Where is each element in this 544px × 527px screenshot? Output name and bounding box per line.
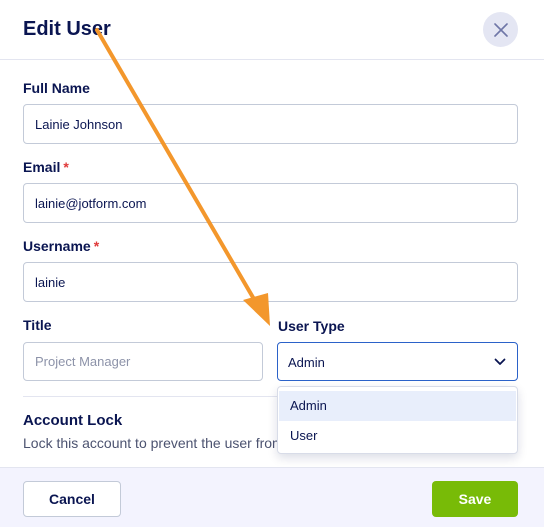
user-type-dropdown-menu: Admin User xyxy=(277,386,518,454)
full-name-input[interactable] xyxy=(23,104,518,144)
email-input[interactable] xyxy=(23,183,518,223)
user-type-label: User Type xyxy=(278,318,345,334)
dialog-footer: Cancel Save xyxy=(0,467,544,527)
title-label-text: Title xyxy=(23,317,52,333)
user-type-label-text: User Type xyxy=(278,318,345,334)
edit-user-dialog: Edit User Full Name Email* Username* Tit… xyxy=(0,0,544,527)
username-label-text: Username xyxy=(23,238,91,254)
account-lock-description: Lock this account to prevent the user fr… xyxy=(23,435,283,451)
close-icon xyxy=(493,22,508,37)
email-label-text: Email xyxy=(23,159,61,175)
title-label: Title xyxy=(23,317,52,333)
dialog-title: Edit User xyxy=(23,18,111,40)
required-asterisk: * xyxy=(63,159,69,175)
option-admin[interactable]: Admin xyxy=(279,391,516,421)
full-name-label: Full Name xyxy=(23,80,90,96)
user-type-selected-value: Admin xyxy=(288,355,325,370)
account-lock-title: Account Lock xyxy=(23,412,123,429)
title-input[interactable] xyxy=(23,342,263,381)
dialog-header: Edit User xyxy=(0,0,544,60)
email-label: Email * xyxy=(23,159,69,175)
user-type-select[interactable]: Admin xyxy=(277,342,518,381)
required-asterisk: * xyxy=(93,238,100,254)
close-button[interactable] xyxy=(483,12,518,47)
chevron-down-icon xyxy=(494,358,506,365)
username-input[interactable] xyxy=(23,262,518,302)
username-label: Username * xyxy=(23,238,99,254)
full-name-label-text: Full Name xyxy=(23,80,90,96)
option-user[interactable]: User xyxy=(279,421,516,451)
cancel-button[interactable]: Cancel xyxy=(23,481,121,517)
save-button[interactable]: Save xyxy=(432,481,518,517)
